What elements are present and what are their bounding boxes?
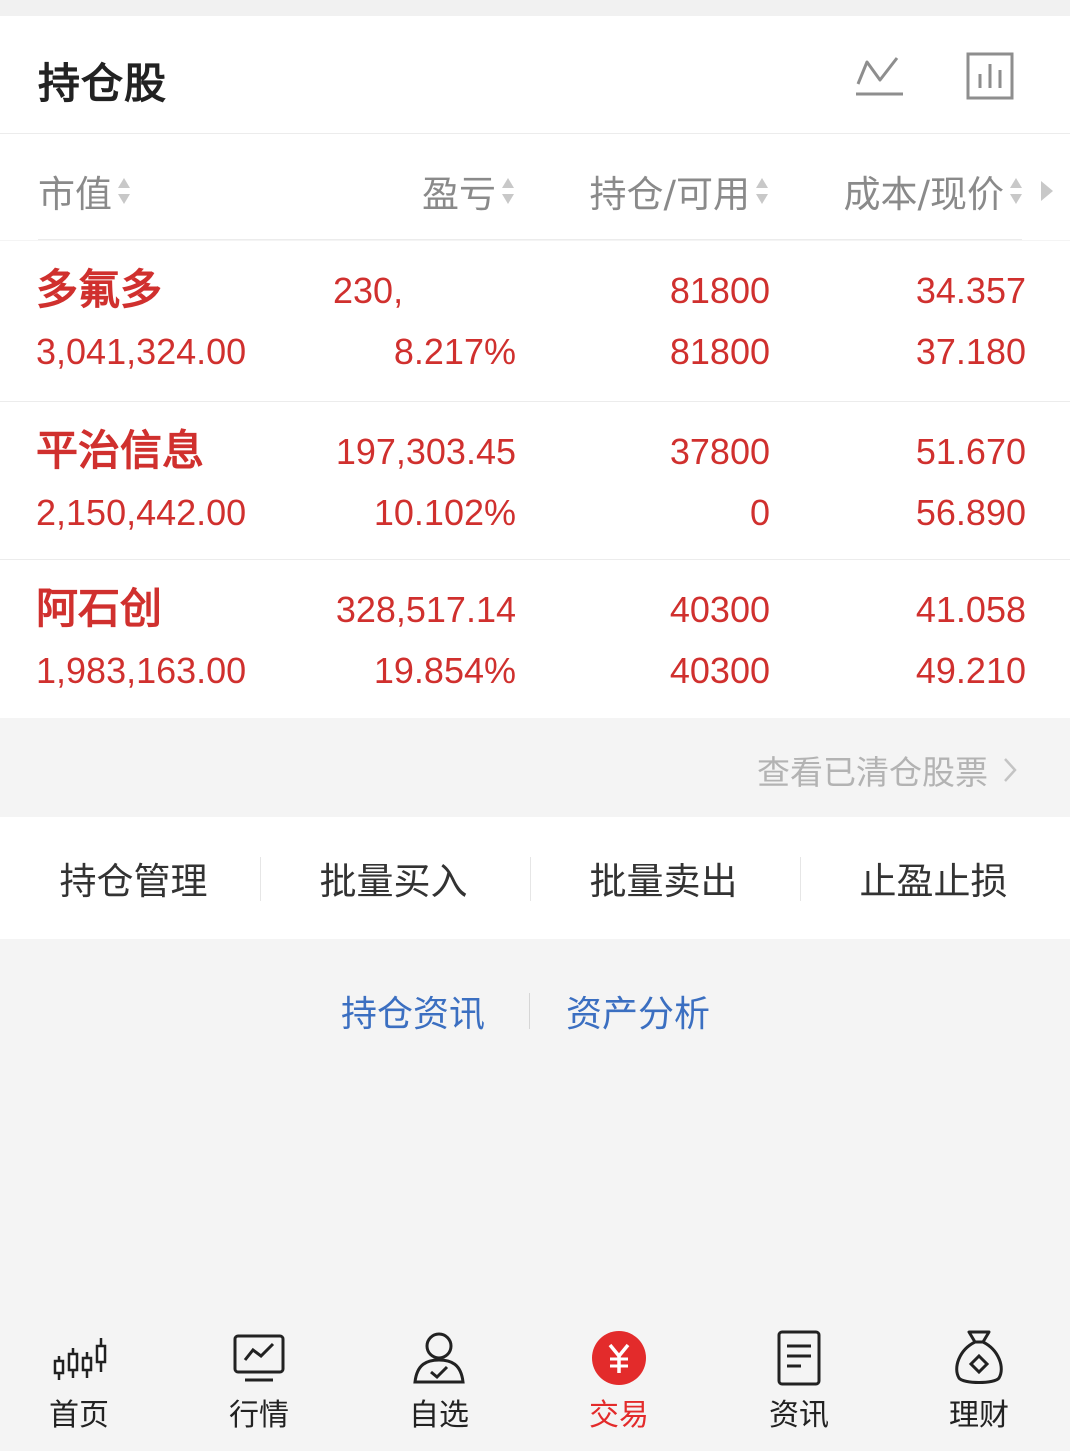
cost-price: 34.357 (915, 270, 1026, 311)
profit-percent: 8.217% (393, 331, 516, 372)
money-bag-icon (949, 1328, 1009, 1388)
view-cleared-stocks-link[interactable]: 查看已清仓股票 (757, 746, 1018, 794)
sort-icon (500, 174, 516, 208)
tab-label: 行情 (229, 1398, 289, 1433)
column-profit-loss[interactable]: 盈亏 (422, 164, 516, 218)
scroll-right-arrow-icon[interactable] (1038, 178, 1056, 204)
trend-line-icon[interactable] (853, 50, 905, 102)
tab-trade[interactable]: 交易 (530, 1310, 708, 1451)
asset-analysis-link[interactable]: 资产分析 (566, 985, 710, 1037)
column-label: 持仓/可用 (589, 173, 750, 216)
take-profit-stop-loss-button[interactable]: 止盈止损 (800, 817, 1067, 939)
tab-news[interactable]: 资讯 (710, 1310, 888, 1451)
batch-buy-button[interactable]: 批量买入 (260, 817, 527, 939)
profit-percent: 10.102% (373, 492, 516, 533)
candlestick-icon (49, 1328, 109, 1388)
tab-market[interactable]: 行情 (170, 1310, 348, 1451)
column-label: 盈亏 (422, 173, 496, 216)
tab-label: 资讯 (769, 1398, 829, 1433)
sort-icon (1008, 174, 1024, 208)
column-header-row: 市值 盈亏 持仓/可用 成本/现价 (0, 134, 1070, 240)
holding-row[interactable]: 多氟多 3,041,324.00 230, 8.217% 81800 81800… (0, 241, 1070, 402)
profit-amount: 197,303.45 (335, 431, 516, 472)
market-value: 1,983,163.00 (36, 650, 247, 691)
position-qty: 37800 (669, 431, 770, 472)
stock-name: 多氟多 (36, 265, 163, 314)
available-qty: 0 (749, 492, 770, 533)
holding-row[interactable]: 平治信息 2,150,442.00 197,303.45 10.102% 378… (0, 402, 1070, 560)
sort-icon (116, 174, 132, 208)
info-links: 持仓资讯 资产分析 (0, 985, 1070, 1035)
profit-amount: 230, (333, 270, 404, 311)
current-price: 37.180 (915, 331, 1026, 372)
tab-label: 自选 (409, 1398, 469, 1433)
position-qty: 81800 (669, 270, 770, 311)
column-label: 成本/现价 (843, 173, 1004, 216)
column-label: 市值 (38, 173, 112, 216)
bar-chart-icon[interactable] (964, 50, 1016, 102)
column-position-available[interactable]: 持仓/可用 (590, 164, 770, 218)
divider (529, 993, 530, 1029)
cleared-link-label: 查看已清仓股票 (757, 753, 988, 792)
market-value: 2,150,442.00 (36, 492, 247, 533)
page-title: 持仓股 (38, 59, 168, 108)
tab-wealth[interactable]: 理财 (890, 1310, 1068, 1451)
status-strip (0, 0, 1070, 16)
position-management-button[interactable]: 持仓管理 (0, 817, 267, 939)
sort-icon (754, 174, 770, 208)
position-action-bar: 持仓管理 批量买入 批量卖出 止盈止损 (0, 817, 1070, 939)
profit-amount: 328,517.14 (335, 589, 516, 630)
divider (38, 239, 1022, 240)
cost-price: 41.058 (915, 589, 1026, 630)
stock-name: 平治信息 (36, 426, 205, 475)
cost-price: 51.670 (915, 431, 1026, 472)
batch-sell-button[interactable]: 批量卖出 (530, 817, 797, 939)
available-qty: 81800 (669, 331, 770, 372)
page-header: 持仓股 (0, 16, 1070, 134)
current-price: 56.890 (915, 492, 1026, 533)
user-check-icon (409, 1328, 469, 1388)
holding-row[interactable]: 阿石创 1,983,163.00 328,517.14 19.854% 4030… (0, 560, 1070, 718)
tab-watchlist[interactable]: 自选 (350, 1310, 528, 1451)
bottom-tab-bar: 首页 行情 自选 交易 资讯 理财 (0, 1310, 1070, 1451)
column-cost-price[interactable]: 成本/现价 (844, 164, 1024, 218)
tab-label: 理财 (949, 1398, 1009, 1433)
yen-icon (589, 1328, 649, 1388)
column-market-value[interactable]: 市值 (38, 164, 132, 218)
profit-percent: 19.854% (373, 650, 516, 691)
stock-name: 阿石创 (36, 584, 163, 633)
position-qty: 40300 (669, 589, 770, 630)
tab-label: 首页 (49, 1398, 109, 1433)
market-value: 3,041,324.00 (36, 331, 247, 372)
position-news-link[interactable]: 持仓资讯 (341, 985, 485, 1037)
document-icon (769, 1328, 829, 1388)
chevron-right-icon (1004, 758, 1017, 782)
tab-home[interactable]: 首页 (0, 1310, 168, 1451)
current-price: 49.210 (915, 650, 1026, 691)
available-qty: 40300 (669, 650, 770, 691)
tab-label: 交易 (589, 1398, 649, 1433)
market-chart-icon (229, 1328, 289, 1388)
